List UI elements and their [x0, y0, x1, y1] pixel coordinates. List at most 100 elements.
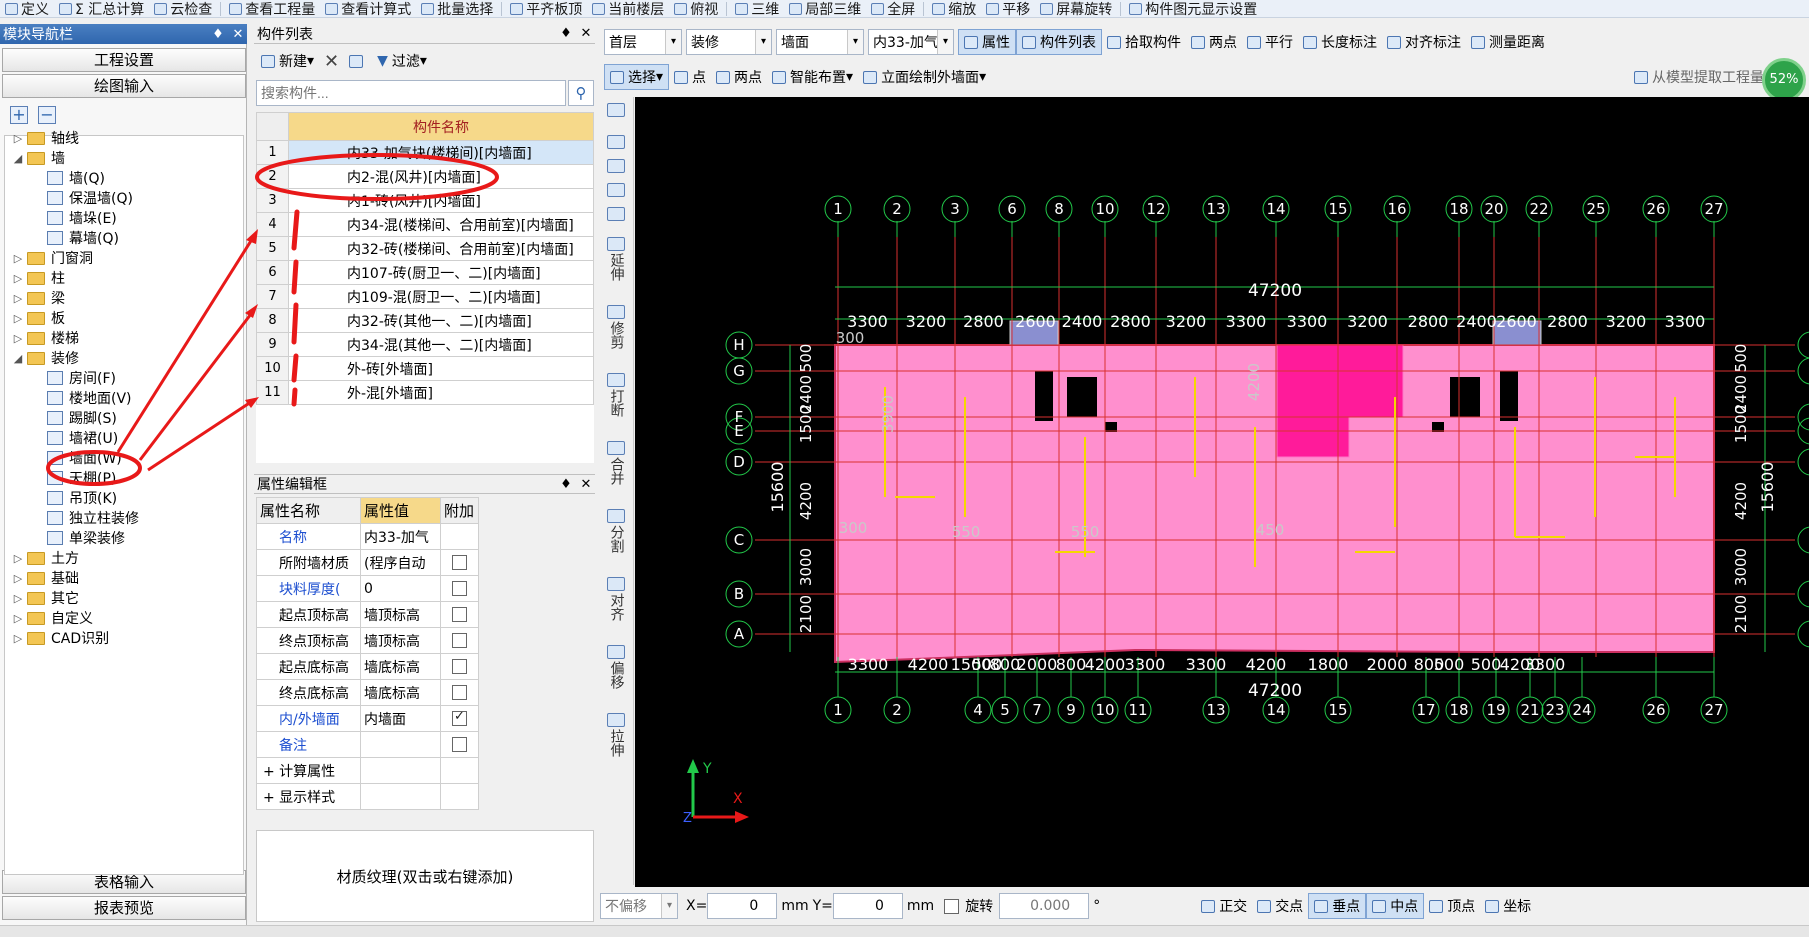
search-icon[interactable]: ⚲: [568, 80, 594, 106]
close-icon[interactable]: ✕: [577, 477, 595, 492]
select-button[interactable]: 选择 ▾: [604, 64, 670, 90]
brush-icon[interactable]: [604, 103, 628, 119]
edit-tool-button[interactable]: 偏移: [604, 645, 628, 689]
expander-icon[interactable]: ▷: [13, 312, 23, 325]
rotate-icon[interactable]: [604, 207, 628, 223]
table-row[interactable]: 11 外-混[外墙面]: [256, 380, 594, 405]
component-name-cell[interactable]: 内33-加气块(楼梯间)[内墙面]: [288, 140, 594, 165]
rotate-checkbox[interactable]: [944, 898, 960, 914]
extract-quantity-button[interactable]: 从模型提取工程量: [1629, 64, 1769, 90]
tree-folder[interactable]: ▷ 其它: [13, 588, 79, 608]
tree-leaf[interactable]: 独立柱装修: [47, 508, 139, 528]
table-row[interactable]: 8 内32-砖(其他一、二)[内墙面]: [256, 308, 594, 333]
copy-button[interactable]: [344, 48, 372, 74]
pin-icon[interactable]: ♦: [557, 26, 575, 41]
property-value[interactable]: 内33-加气: [360, 523, 441, 550]
edit-tool-button[interactable]: 拉伸: [604, 713, 628, 757]
snap-button[interactable]: 垂点: [1308, 893, 1367, 919]
property-row[interactable]: 终点底标高 墙底标高: [256, 679, 479, 706]
table-row[interactable]: 9 内34-混(其他一、二)[内墙面]: [256, 332, 594, 357]
property-value[interactable]: 墙底标高: [360, 653, 441, 680]
pin-icon[interactable]: ♦: [557, 477, 575, 492]
close-icon[interactable]: ✕: [229, 27, 247, 42]
tree-leaf[interactable]: 房间(F): [47, 368, 116, 388]
extra-checkbox[interactable]: [452, 607, 467, 622]
expander-icon[interactable]: ▷: [13, 132, 23, 145]
snap-button[interactable]: 中点: [1366, 893, 1425, 919]
extra-checkbox[interactable]: [452, 659, 467, 674]
tree-leaf[interactable]: 墙(Q): [47, 168, 105, 188]
snap-button[interactable]: 正交: [1196, 893, 1252, 919]
properties-button[interactable]: 属性: [958, 29, 1016, 55]
point-button[interactable]: 点: [669, 64, 711, 90]
table-row[interactable]: 10 外-砖[外墙面]: [256, 356, 594, 381]
align-dimension-button[interactable]: 对齐标注: [1382, 29, 1466, 55]
table-row[interactable]: 7 内109-混(厨卫一、二)[内墙面]: [256, 284, 594, 309]
table-row[interactable]: 6 内107-砖(厨卫一、二)[内墙面]: [256, 260, 594, 285]
property-row[interactable]: 名称 内33-加气: [256, 523, 479, 550]
tree-folder[interactable]: ▷ 土方: [13, 548, 79, 568]
extra-checkbox[interactable]: [452, 737, 467, 752]
component-name-cell[interactable]: 内1-砖(风井)[内墙面]: [288, 188, 594, 213]
tree-leaf[interactable]: 保温墙(Q): [47, 188, 133, 208]
elevation-draw-button[interactable]: 立面绘制外墙面 ▾: [858, 64, 991, 90]
smart-layout-button[interactable]: 智能布置 ▾: [767, 64, 858, 90]
project-settings-button[interactable]: 工程设置: [2, 48, 246, 72]
extra-checkbox[interactable]: [452, 555, 467, 570]
expand-all-icon[interactable]: +: [10, 106, 28, 124]
expander-icon[interactable]: ▷: [13, 292, 23, 305]
snap-button[interactable]: 交点: [1252, 893, 1308, 919]
component-select[interactable]: 内33-加气 ▾: [868, 29, 954, 55]
edit-tool-button[interactable]: 延伸: [604, 237, 628, 281]
toolbar-item[interactable]: 俯视: [669, 0, 723, 17]
tree-folder[interactable]: ▷ 板: [13, 308, 65, 328]
tree-folder[interactable]: ▷ 基础: [13, 568, 79, 588]
close-icon[interactable]: ✕: [577, 26, 595, 41]
mirror-icon[interactable]: [604, 159, 628, 175]
edit-tool-button[interactable]: 分割: [604, 509, 628, 553]
property-value[interactable]: 0: [360, 575, 441, 602]
property-value[interactable]: 墙底标高: [360, 679, 441, 706]
toolbar-item[interactable]: 局部三维: [784, 0, 866, 17]
table-row[interactable]: 2 内2-混(风井)[内墙面]: [256, 164, 594, 189]
toolbar-item[interactable]: 定义: [0, 0, 54, 17]
floor-plan[interactable]: 1 2 3 6 8 10 12 13 14 15 16 18 20 22 25 26 271 2 4 5 7 9 10 11 1…: [635, 97, 1809, 887]
tree-folder[interactable]: ▷ 自定义: [13, 608, 93, 628]
toolbar-item[interactable]: Σ 汇总计算: [54, 0, 149, 17]
extra-checkbox[interactable]: [452, 709, 467, 726]
snap-button[interactable]: 顶点: [1424, 893, 1480, 919]
property-row[interactable]: 备注: [256, 731, 479, 758]
component-name-cell[interactable]: 内32-砖(其他一、二)[内墙面]: [288, 308, 594, 333]
component-name-cell[interactable]: 内34-混(楼梯间、合用前室)[内墙面]: [288, 212, 594, 237]
property-row[interactable]: + 显示样式: [256, 783, 479, 810]
edit-tool-button[interactable]: 对齐: [604, 577, 628, 621]
component-name-cell[interactable]: 内32-砖(楼梯间、合用前室)[内墙面]: [288, 236, 594, 261]
property-value[interactable]: (程序自动: [360, 549, 441, 576]
property-row[interactable]: 内/外墙面 内墙面: [256, 705, 479, 732]
toolbar-item[interactable]: 平齐板顶: [505, 0, 587, 17]
property-value[interactable]: 墙顶标高: [360, 627, 441, 654]
property-value[interactable]: [360, 731, 441, 758]
property-row[interactable]: 所附墙材质 (程序自动: [256, 549, 479, 576]
expander-icon[interactable]: ▷: [13, 592, 23, 605]
toolbar-item[interactable]: 三维: [730, 0, 784, 17]
extra-checkbox[interactable]: [452, 633, 467, 648]
table-row[interactable]: 5 内32-砖(楼梯间、合用前室)[内墙面]: [256, 236, 594, 261]
toolbar-item[interactable]: 平移: [981, 0, 1035, 17]
edit-tool-button[interactable]: 修剪: [604, 305, 628, 349]
tree-leaf[interactable]: 楼地面(V): [47, 388, 132, 408]
selected-wall-face[interactable]: [1276, 344, 1404, 418]
tree-folder[interactable]: ▷ 梁: [13, 288, 65, 308]
component-list-button[interactable]: 构件列表: [1016, 29, 1102, 55]
tree-leaf[interactable]: 墙面(W): [47, 448, 122, 468]
wall-face-region[interactable]: [834, 344, 1715, 664]
toolbar-item[interactable]: 屏幕旋转: [1035, 0, 1117, 17]
tree-leaf[interactable]: 踢脚(S): [47, 408, 117, 428]
expander-icon[interactable]: ▷: [13, 612, 23, 625]
component-name-cell[interactable]: 外-混[外墙面]: [288, 380, 594, 405]
toolbar-item[interactable]: 查看工程量: [224, 0, 320, 17]
measure-distance-button[interactable]: 测量距离: [1466, 29, 1550, 55]
drawing-input-button[interactable]: 绘图输入: [2, 74, 246, 98]
extra-checkbox[interactable]: [452, 685, 467, 700]
tree-folder[interactable]: ◢ 墙: [13, 148, 65, 168]
